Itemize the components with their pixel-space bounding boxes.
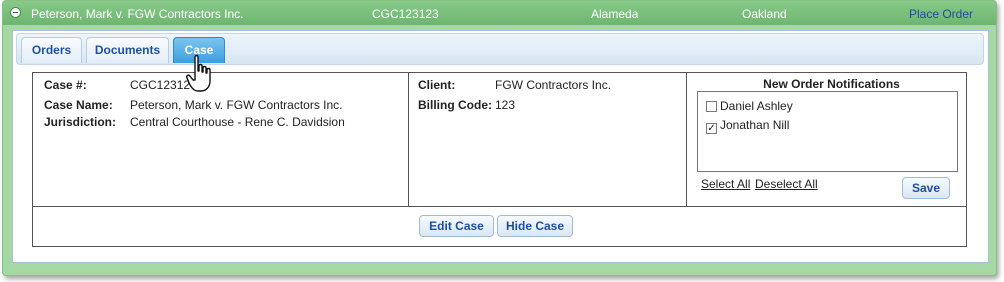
case-name-value: Peterson, Mark v. FGW Contractors Inc.: [130, 98, 343, 112]
tab-bar: Orders Documents Case: [16, 33, 984, 65]
case-header-bar[interactable]: Peterson, Mark v. FGW Contractors Inc. C…: [3, 1, 996, 25]
select-all-link[interactable]: Select All: [701, 177, 750, 191]
case-name-label: Case Name:: [44, 98, 113, 112]
notifications-title: New Order Notifications: [763, 77, 900, 91]
hide-case-button[interactable]: Hide Case: [497, 215, 573, 237]
case-title: Peterson, Mark v. FGW Contractors Inc.: [31, 7, 244, 21]
collapse-icon[interactable]: [10, 7, 21, 18]
case-number-label: Case #:: [44, 78, 87, 92]
column-divider: [408, 73, 409, 206]
case-number-value: CGC12312: [130, 78, 191, 92]
save-button[interactable]: Save: [902, 177, 950, 199]
jurisdiction-value: Central Courthouse - Rene C. Davidsion: [130, 115, 345, 129]
notification-user[interactable]: ✓ Jonathan Nill: [706, 118, 789, 134]
hand-pointer-icon: [186, 54, 211, 92]
row-divider: [33, 206, 966, 207]
client-label: Client:: [418, 78, 456, 92]
notification-user-name: Daniel Ashley: [720, 99, 793, 113]
checkbox-checked[interactable]: ✓: [706, 123, 717, 134]
case-content: Orders Documents Case Case #: CGC12312 C…: [12, 30, 989, 263]
tab-documents[interactable]: Documents: [86, 37, 169, 63]
jurisdiction-label: Jurisdiction:: [44, 115, 117, 129]
place-order-link[interactable]: Place Order: [909, 7, 973, 21]
checkbox-unchecked[interactable]: [706, 101, 717, 112]
notification-user-name: Jonathan Nill: [720, 118, 790, 132]
tab-orders[interactable]: Orders: [21, 37, 82, 63]
notification-user[interactable]: Daniel Ashley: [706, 99, 793, 113]
edit-case-button[interactable]: Edit Case: [419, 215, 494, 237]
case-number-header: CGC123123: [372, 7, 439, 21]
notifications-list[interactable]: Daniel Ashley ✓ Jonathan Nill: [697, 91, 958, 172]
deselect-all-link[interactable]: Deselect All: [755, 177, 818, 191]
client-value: FGW Contractors Inc.: [495, 78, 612, 92]
city: Oakland: [742, 7, 787, 21]
column-divider: [686, 73, 687, 206]
billing-code-value: 123: [495, 98, 516, 112]
billing-code-label: Billing Code:: [418, 98, 492, 112]
case-panel: Peterson, Mark v. FGW Contractors Inc. C…: [2, 0, 997, 276]
county: Alameda: [591, 7, 639, 21]
